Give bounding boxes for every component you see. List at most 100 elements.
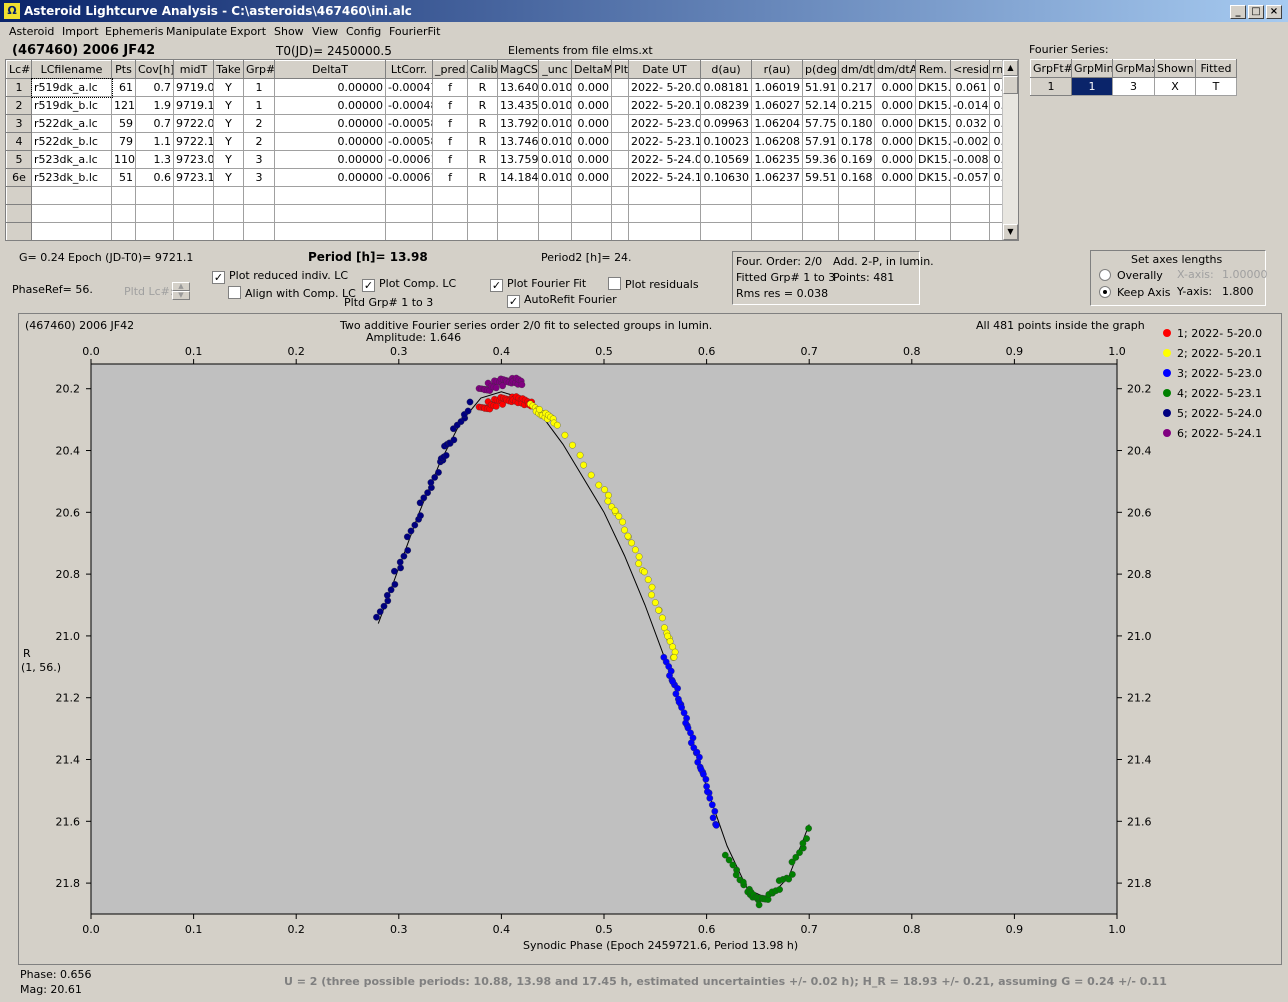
table-cell[interactable]: 1: [243, 78, 275, 97]
lightcurve-plot[interactable]: 0.0 0.0 0.1 0.1 0.2 0.2 0.3 0.3 0.4 0.4 0.5 0.5 0.6 0…: [18, 313, 1282, 965]
table-cell[interactable]: [611, 114, 629, 133]
table-cell[interactable]: 0.000: [571, 132, 612, 151]
col-header[interactable]: LtCorr.: [385, 60, 433, 79]
autorefit-checkbox[interactable]: ✓ AutoRefit Fourier: [507, 293, 617, 308]
table-cell[interactable]: 0.00000: [274, 150, 386, 169]
table-cell[interactable]: 0.00000: [274, 78, 386, 97]
menu-manipulate[interactable]: Manipulate: [166, 25, 227, 38]
table-row[interactable]: 6e r523dk_b.lc 51 0.6 9723.1 Y 3 0.00000 -0.0006…: [6, 168, 1018, 187]
table-cell[interactable]: 0.7: [135, 114, 174, 133]
empty-cell[interactable]: [611, 204, 629, 223]
empty-cell[interactable]: [173, 222, 214, 240]
empty-cell[interactable]: [571, 186, 612, 205]
table-cell[interactable]: 59.51: [802, 168, 839, 187]
lightcurve-table[interactable]: Lc# LCfilename Pts Cov[h] midT Take Grp# DeltaT…: [5, 59, 1019, 241]
empty-cell[interactable]: [243, 222, 275, 240]
table-cell[interactable]: 0.010: [538, 96, 572, 115]
table-cell[interactable]: R: [467, 114, 498, 133]
table-cell[interactable]: 0.000: [874, 114, 916, 133]
table-cell[interactable]: 0.000: [571, 168, 612, 187]
empty-cell[interactable]: [874, 186, 916, 205]
empty-cell[interactable]: [213, 186, 244, 205]
empty-cell[interactable]: [111, 186, 136, 205]
table-cell[interactable]: 0.061: [950, 78, 990, 97]
table-cell[interactable]: 1.9: [135, 96, 174, 115]
empty-cell[interactable]: [915, 222, 951, 240]
col-header[interactable]: Lc#: [6, 60, 32, 79]
empty-cell[interactable]: [213, 222, 244, 240]
checkbox-plot-reduced[interactable]: ✓: [212, 271, 225, 284]
col-header[interactable]: midT: [173, 60, 214, 79]
plot-fourier-checkbox[interactable]: ✓ Plot Fourier Fit: [490, 277, 586, 292]
table-cell[interactable]: 6e: [6, 168, 32, 187]
table-cell[interactable]: [611, 168, 629, 187]
table-cell[interactable]: r523dk_a.lc: [31, 150, 112, 169]
menu-export[interactable]: Export: [230, 25, 266, 38]
table-cell[interactable]: 0.010: [538, 132, 572, 151]
empty-cell[interactable]: [915, 204, 951, 223]
table-cell[interactable]: 1.06208: [751, 132, 803, 151]
table-cell[interactable]: 61: [111, 78, 136, 97]
close-button[interactable]: ×: [1266, 5, 1282, 19]
table-row[interactable]: 3r522dk_a.lc590.79722.0Y20.00000-0.00058…: [6, 114, 1018, 133]
table-cell[interactable]: r522dk_b.lc: [31, 132, 112, 151]
table-cell[interactable]: f: [432, 96, 468, 115]
table-cell[interactable]: 5: [6, 150, 32, 169]
table-cell[interactable]: r519dk_b.lc: [31, 96, 112, 115]
empty-cell[interactable]: [751, 222, 803, 240]
menu-ephemeris[interactable]: Ephemeris: [105, 25, 163, 38]
table-cell[interactable]: -0.00047: [385, 78, 433, 97]
table-cell[interactable]: f: [432, 78, 468, 97]
fs-cell-grpft[interactable]: 1: [1030, 77, 1072, 96]
table-cell[interactable]: 1: [6, 78, 32, 97]
empty-cell[interactable]: [385, 186, 433, 205]
table-cell[interactable]: 0.6: [135, 168, 174, 187]
empty-cell[interactable]: [243, 204, 275, 223]
empty-cell[interactable]: [31, 222, 112, 240]
empty-cell[interactable]: [628, 222, 701, 240]
maximize-button[interactable]: □: [1248, 5, 1264, 19]
table-cell[interactable]: 0.7: [135, 78, 174, 97]
table-cell[interactable]: 1.06027: [751, 96, 803, 115]
table-scrollbar[interactable]: ▲ ▼: [1002, 60, 1018, 240]
table-row[interactable]: 2 r519dk_b.lc 121 1.9 9719.1 Y 1 0.00000 -0.0004…: [6, 96, 1018, 115]
table-row[interactable]: 1r519dk_a.lc610.79719.0Y10.00000-0.00047…: [6, 77, 1018, 98]
empty-cell[interactable]: [274, 186, 386, 205]
table-cell[interactable]: R: [467, 168, 498, 187]
col-header[interactable]: Rem.: [915, 60, 951, 79]
table-cell[interactable]: 51: [111, 168, 136, 187]
table-cell[interactable]: 2: [243, 114, 275, 133]
col-header[interactable]: Plt: [611, 60, 629, 79]
menu-import[interactable]: Import: [62, 25, 99, 38]
empty-cell[interactable]: [432, 222, 468, 240]
col-header[interactable]: d(au): [700, 60, 752, 79]
yaxis-value[interactable]: 1.800: [1222, 285, 1254, 298]
fs-cell-grpmin[interactable]: 1: [1071, 77, 1113, 96]
table-cell[interactable]: 0.010: [538, 150, 572, 169]
table-cell[interactable]: 0.00000: [274, 132, 386, 151]
table-cell[interactable]: 3: [6, 114, 32, 133]
table-cell[interactable]: r519dk_a.lc: [30, 77, 113, 98]
table-cell[interactable]: 0.169: [838, 150, 875, 169]
xaxis-value[interactable]: 1.00000: [1222, 268, 1268, 281]
empty-cell[interactable]: [467, 222, 498, 240]
table-cell[interactable]: R: [467, 132, 498, 151]
empty-row[interactable]: [6, 186, 1018, 205]
keep-axis-radio[interactable]: Keep Axis: [1099, 286, 1171, 299]
table-cell[interactable]: 0.00000: [274, 168, 386, 187]
col-header[interactable]: Grp#: [243, 60, 275, 79]
table-cell[interactable]: Y: [213, 132, 244, 151]
table-cell[interactable]: 13.792: [497, 114, 539, 133]
empty-cell[interactable]: [274, 204, 386, 223]
radio-keep-axis[interactable]: [1099, 286, 1111, 298]
period-value[interactable]: Period [h]= 13.98: [308, 250, 428, 264]
table-cell[interactable]: -0.00061: [385, 168, 433, 187]
empty-cell[interactable]: [628, 186, 701, 205]
table-cell[interactable]: 13.746: [497, 132, 539, 151]
table-cell[interactable]: 57.75: [802, 114, 839, 133]
empty-cell[interactable]: [274, 222, 386, 240]
table-cell[interactable]: DK15...: [915, 114, 951, 133]
table-cell[interactable]: 1.06019: [751, 78, 803, 97]
checkbox-plot-fourier[interactable]: ✓: [490, 279, 503, 292]
table-cell[interactable]: 0.08181: [700, 78, 752, 97]
